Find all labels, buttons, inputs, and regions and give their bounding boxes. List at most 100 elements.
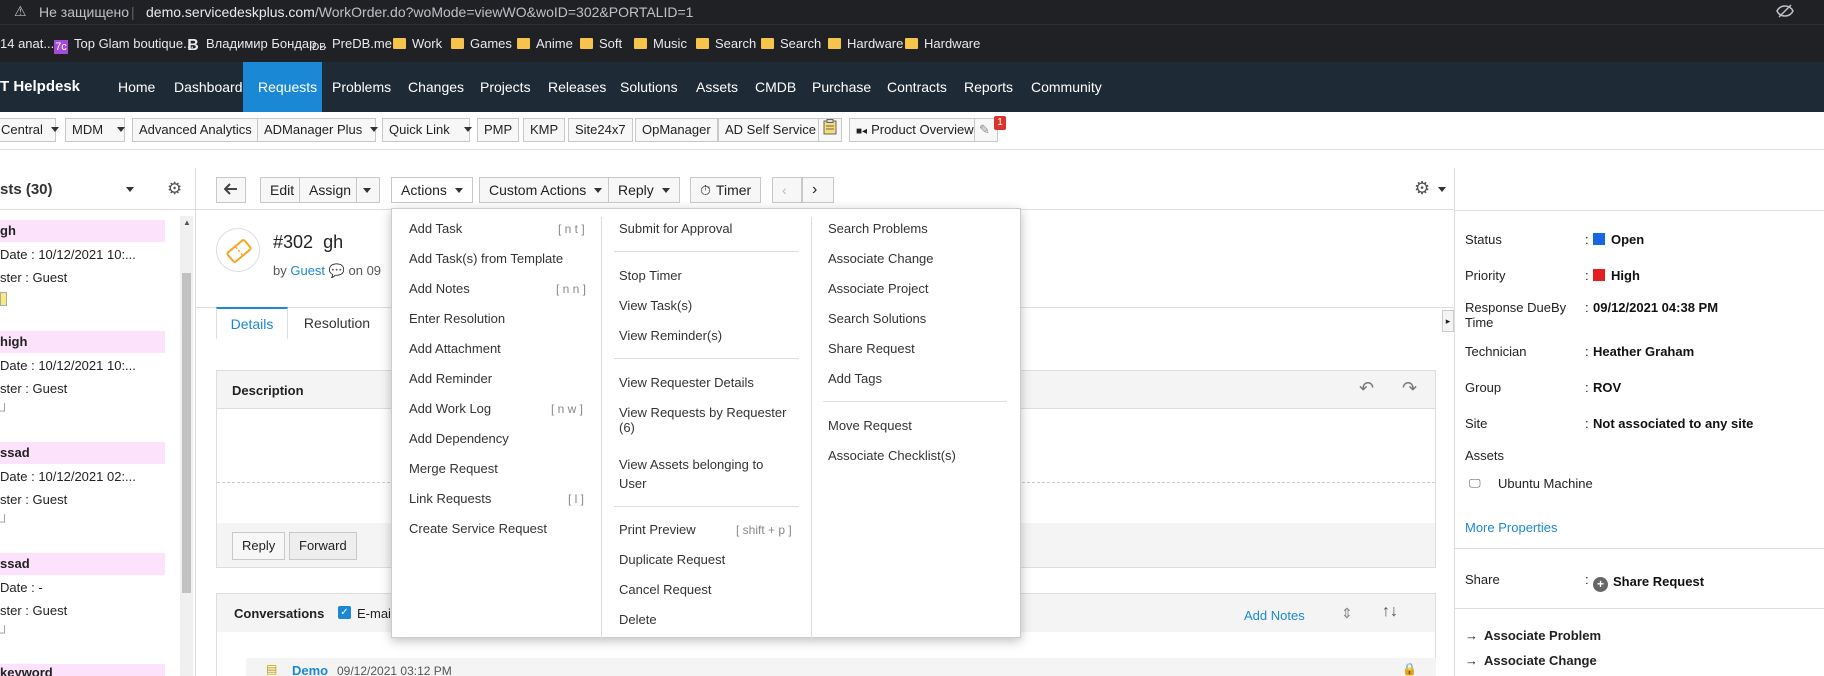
more-properties-link[interactable]: More Properties — [1465, 520, 1557, 535]
nav-assets[interactable]: Assets — [696, 79, 738, 95]
ad-self-service-link[interactable]: AD Self Service — [718, 118, 824, 142]
scroll-up-icon[interactable]: ▲ — [183, 218, 191, 227]
menu-associate-change[interactable]: Associate Change — [828, 251, 934, 266]
assign-dropdown-button[interactable] — [356, 177, 380, 203]
bookmark-folder[interactable]: Search — [761, 36, 821, 51]
reply-description-button[interactable]: Reply — [232, 532, 286, 560]
forward-button[interactable]: Forward — [289, 532, 357, 560]
menu-add-tags[interactable]: Add Tags — [828, 371, 882, 386]
menu-view-requests-by-requester[interactable]: View Requests by Requester (6) — [619, 405, 786, 435]
scrollbar-thumb[interactable] — [182, 273, 191, 593]
email-checkbox[interactable]: ✓ — [338, 606, 351, 619]
nav-projects[interactable]: Projects — [480, 79, 531, 95]
menu-add-work-log[interactable]: Add Work Log — [409, 401, 491, 416]
chat-icon[interactable]: 💬 — [329, 263, 345, 278]
requester-link[interactable]: Guest — [290, 263, 325, 278]
nav-reports[interactable]: Reports — [964, 79, 1013, 95]
eye-off-icon[interactable] — [1776, 3, 1794, 22]
expand-icon[interactable]: ⇕ — [1341, 605, 1353, 622]
caret-down-icon[interactable] — [126, 187, 134, 192]
nav-solutions[interactable]: Solutions — [620, 79, 678, 95]
undo-icon[interactable]: ↶ — [1359, 378, 1374, 399]
redo-icon[interactable]: ↷ — [1402, 378, 1417, 399]
browser-url-bar[interactable]: ⚠ Не защищено | demo.servicedeskplus.com… — [0, 0, 1824, 24]
menu-duplicate-request[interactable]: Duplicate Request — [619, 552, 725, 567]
nav-requests[interactable]: Requests — [258, 79, 317, 95]
site-value[interactable]: Not associated to any site — [1593, 416, 1753, 431]
bookmark-folder[interactable]: Work — [393, 36, 442, 51]
menu-move-request[interactable]: Move Request — [828, 418, 912, 433]
menu-view-assets[interactable]: View Assets belonging to User — [619, 455, 763, 493]
menu-add-task[interactable]: Add Task — [409, 221, 462, 236]
menu-add-attachment[interactable]: Add Attachment — [409, 341, 501, 356]
kmp-link[interactable]: KMP — [523, 118, 566, 142]
nav-changes[interactable]: Changes — [408, 79, 464, 95]
bookmark[interactable]: B Владимир Бондар... — [186, 36, 327, 54]
status-value[interactable]: Open — [1593, 232, 1644, 247]
technician-value[interactable]: Heather Graham — [1593, 344, 1694, 359]
menu-add-notes[interactable]: Add Notes — [409, 281, 470, 296]
menu-search-solutions[interactable]: Search Solutions — [828, 311, 926, 326]
nav-releases[interactable]: Releases — [548, 79, 606, 95]
menu-print-preview[interactable]: Print Preview — [619, 522, 696, 537]
bookmark-folder[interactable]: Anime — [517, 36, 573, 51]
caret-down-icon[interactable] — [1438, 187, 1446, 192]
site24x7-link[interactable]: Site24x7 — [568, 118, 633, 142]
collapse-panel-icon[interactable]: ▸ — [1442, 310, 1454, 332]
menu-add-dependency[interactable]: Add Dependency — [409, 431, 509, 446]
mdm-dropdown[interactable]: MDM — [65, 118, 126, 142]
bookmark[interactable]: 7c Top Glam boutique... — [54, 36, 194, 54]
pmp-link[interactable]: PMP — [477, 118, 520, 142]
gear-icon[interactable]: ⚙ — [167, 179, 182, 199]
product-overview-link[interactable]: ■◂ Product Overview — [849, 118, 981, 142]
menu-add-reminder[interactable]: Add Reminder — [409, 371, 492, 386]
nav-home[interactable]: Home — [118, 79, 155, 95]
actions-button[interactable]: Actions — [391, 177, 473, 203]
list-item-title[interactable]: high — [0, 331, 165, 353]
bookmark[interactable]: 14 anat... — [0, 36, 54, 51]
timer-button[interactable]: ⏱ Timer — [690, 177, 762, 203]
menu-view-reminders[interactable]: View Reminder(s) — [619, 328, 722, 343]
share-request-button[interactable]: + Share Request — [1593, 574, 1704, 592]
admanager-dropdown[interactable]: ADManager Plus — [257, 118, 379, 142]
add-notes-link[interactable]: Add Notes — [1244, 608, 1305, 623]
bookmark-folder[interactable]: Music — [634, 36, 687, 51]
nav-community[interactable]: Community — [1031, 79, 1102, 95]
menu-associate-project[interactable]: Associate Project — [828, 281, 928, 296]
quick-link-dropdown[interactable]: Quick Link — [382, 118, 472, 142]
bookmark-folder[interactable]: Search — [696, 36, 756, 51]
next-button[interactable]: › — [802, 177, 834, 203]
assign-button[interactable]: Assign — [299, 177, 362, 203]
nav-problems[interactable]: Problems — [332, 79, 391, 95]
menu-view-tasks[interactable]: View Task(s) — [619, 298, 692, 313]
list-item-title[interactable]: keyword — [0, 664, 165, 676]
menu-submit-for-approval[interactable]: Submit for Approval — [619, 221, 732, 236]
reply-button[interactable]: Reply — [608, 177, 680, 203]
menu-view-requester-details[interactable]: View Requester Details — [619, 375, 754, 390]
bookmark-folder[interactable]: Games — [451, 36, 512, 51]
menu-create-service-request[interactable]: Create Service Request — [409, 521, 547, 536]
advanced-analytics-link[interactable]: Advanced Analytics — [132, 118, 259, 142]
clipboard-icon[interactable] — [818, 118, 842, 142]
menu-stop-timer[interactable]: Stop Timer — [619, 268, 682, 283]
asset-name[interactable]: Ubuntu Machine — [1498, 476, 1593, 491]
list-item-title[interactable]: ssad — [0, 442, 165, 464]
associate-problem-link[interactable]: → Associate Problem — [1465, 628, 1601, 643]
menu-associate-checklist[interactable]: Associate Checklist(s) — [828, 448, 956, 463]
menu-share-request[interactable]: Share Request — [828, 341, 915, 356]
tab-resolution[interactable]: Resolution — [292, 307, 382, 339]
menu-merge-request[interactable]: Merge Request — [409, 461, 498, 476]
opmanager-link[interactable]: OpManager — [635, 118, 718, 142]
menu-cancel-request[interactable]: Cancel Request — [619, 582, 712, 597]
associate-change-link[interactable]: → Associate Change — [1465, 653, 1597, 668]
bookmark-folder[interactable]: Hardware — [905, 36, 980, 51]
settings-gear-icon[interactable]: ⚙ — [1414, 178, 1430, 199]
bookmark[interactable]: DB PreDB.me — [312, 36, 392, 55]
bookmark-folder[interactable]: Hardware — [828, 36, 903, 51]
bookmark-folder[interactable]: Soft — [580, 36, 622, 51]
central-dropdown[interactable]: Central — [0, 118, 59, 142]
nav-contracts[interactable]: Contracts — [887, 79, 947, 95]
menu-enter-resolution[interactable]: Enter Resolution — [409, 311, 505, 326]
menu-link-requests[interactable]: Link Requests — [409, 491, 491, 506]
nav-dashboard[interactable]: Dashboard — [174, 79, 243, 95]
